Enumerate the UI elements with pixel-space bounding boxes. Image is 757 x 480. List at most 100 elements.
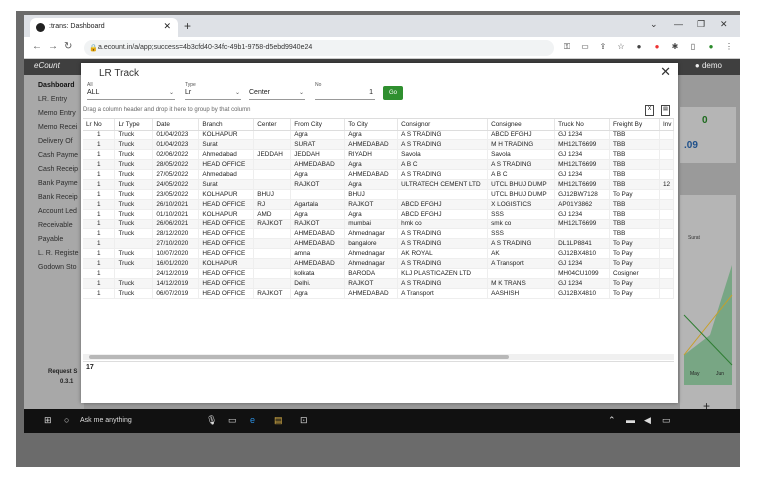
table-row[interactable]: 1 Truck 02/06/2022 Ahmedabad JEDDAH JEDDAH RIY… [83,149,674,161]
column-header[interactable]: Truck No [554,119,611,131]
table-cell: X LOGISTICS [487,199,556,210]
sidebar-item-cash-receipt[interactable]: Cash Receip [38,166,78,173]
horizontal-scrollbar[interactable] [83,354,674,360]
table-cell: MH12LT6699 [554,179,611,190]
scrollbar-thumb[interactable] [89,355,509,359]
lr-grid: Lr No Lr Type Date Branch Center From City To … [83,118,674,359]
column-header[interactable]: From City [290,119,346,131]
mic-icon[interactable]: 🎙 [206,415,217,426]
reload-button[interactable]: ↻ [64,41,72,52]
task-view-icon[interactable]: ▭ [228,415,237,426]
table-row[interactable]: 1 27/10/2020 HEAD OFFICE AHMEDABAD bangalore… [83,238,674,250]
all-select[interactable]: ALL ⌄ [87,89,175,100]
forward-button[interactable]: → [48,41,58,52]
table-cell: HEAD OFFICE [198,159,255,171]
key-icon[interactable]: ⚿ [562,42,572,52]
column-header[interactable]: Consignee [487,119,556,131]
minimize-button[interactable]: — [674,19,683,29]
sidepanel-icon[interactable]: ▯ [688,42,698,52]
table-row[interactable]: 1 Truck 26/10/2021 HEAD OFFICE RJ Agartala RAJ… [83,199,674,210]
sidebar-item-cash-payment[interactable]: Cash Payme [38,152,78,159]
close-icon[interactable]: ✕ [660,64,671,80]
search-icon[interactable]: ○ [64,415,69,425]
export-excel-icon[interactable]: X [645,105,654,116]
sidebar-item-account-ledger[interactable]: Account Led [38,208,77,215]
chevron-down-icon[interactable]: ⌄ [650,19,658,30]
table-row[interactable]: 1 Truck 16/01/2020 KOLHAPUR AHMEDABAD Ahmedna… [83,258,674,269]
column-header[interactable]: Freight By [609,119,660,131]
sidebar-item-bank-payment[interactable]: Bank Payme [38,180,78,187]
no-input[interactable]: 1 [315,89,375,100]
table-cell [659,278,674,289]
table-cell: To Pay [609,258,660,269]
close-tab-icon[interactable]: ✕ [163,21,171,32]
sidebar-item-dashboard[interactable]: Dashboard [38,82,75,89]
sidebar-item-bank-receipt[interactable]: Bank Receip [38,194,78,201]
table-row[interactable]: 1 Truck 10/07/2020 HEAD OFFICE amna Ahmednaga… [83,248,674,260]
user-menu[interactable]: ● demo [695,61,722,70]
new-tab-button[interactable]: + [184,19,191,33]
profile-icon[interactable]: ● [706,42,716,52]
star-icon[interactable]: ☆ [616,42,626,52]
sidebar-item-godown-stock[interactable]: Godown Sto [38,264,77,271]
table-row[interactable]: 1 Truck 26/06/2021 HEAD OFFICE RAJKOT RAJKOT m… [83,219,674,230]
browser-tab[interactable]: :trans: Dashboard ✕ [30,18,178,37]
sidebar-item-receivable[interactable]: Receivable [38,222,73,229]
table-cell: GJ 1234 [554,130,611,141]
table-row[interactable]: 1 Truck 01/10/2021 KOLHAPUR AMD Agra Agra ABCD … [83,209,674,220]
network-icon[interactable]: ▬ [626,415,635,425]
sidebar-item-lr-entry[interactable]: LR. Entry [38,96,67,103]
column-header[interactable]: Inv [659,119,674,131]
puzzle-icon[interactable]: ✱ [670,42,680,52]
restore-button[interactable]: ❐ [697,19,705,30]
volume-icon[interactable]: ◀ [644,415,651,426]
table-row[interactable]: 1 24/12/2019 HEAD OFFICE kolkata BARODA KLJ P… [83,268,674,279]
table-row[interactable]: 1 Truck 24/05/2022 Surat RAJKOT Agra ULTRATECH… [83,179,674,190]
pinterest-icon[interactable]: ● [652,42,662,52]
notifications-icon[interactable]: ▭ [662,415,671,426]
table-cell: A B C [397,159,489,171]
folder-icon[interactable]: ▤ [274,415,283,426]
center-select[interactable]: Center ⌄ [249,89,305,100]
column-header[interactable]: Consignor [397,119,489,131]
table-row[interactable]: 1 Truck 28/05/2022 HEAD OFFICE AHMEDABAD Agra… [83,159,674,171]
taskbar-search-text[interactable]: Ask me anything [80,417,132,424]
table-row[interactable]: 1 Truck 23/05/2022 KOLHAPUR BHUJ BHUJ UTCL BHU… [83,189,674,200]
table-row[interactable]: 1 Truck 14/12/2019 HEAD OFFICE Delhi. RAJKOT A… [83,278,674,289]
sidebar-item-delivery[interactable]: Delivery Of [38,138,73,145]
table-row[interactable]: 1 Truck 28/12/2020 HEAD OFFICE AHMEDABAD Ahme… [83,228,674,240]
table-cell [659,159,674,171]
table-row[interactable]: 1 Truck 01/04/2023 Surat SURAT AHMEDABAD A S T… [83,139,674,151]
column-header[interactable]: To City [344,119,399,131]
share-icon[interactable]: ⇪ [598,42,608,52]
extension-icon[interactable]: ● [634,42,644,52]
menu-icon[interactable]: ⋮ [724,42,734,52]
sidebar-item-memo-receipt[interactable]: Memo Recei [38,124,77,131]
table-cell: 1 [83,248,116,260]
column-header[interactable]: Center [253,119,292,131]
sidebar-item-lr-register[interactable]: L. R. Registe [38,250,78,257]
export-pdf-icon[interactable]: ▤ [661,105,670,116]
column-header[interactable]: Lr Type [114,119,154,131]
windows-start-icon[interactable]: ⊞ [44,415,52,426]
column-header[interactable]: Date [152,119,200,131]
sidebar-item-payable[interactable]: Payable [38,236,63,243]
table-row[interactable]: 1 Truck 06/07/2019 HEAD OFFICE RAJKOT Agra AHM… [83,288,674,299]
store-icon[interactable]: ⊡ [300,415,308,426]
table-cell: Truck [114,199,154,210]
type-select[interactable]: Lr ⌄ [185,89,241,100]
cast-icon[interactable]: ▭ [580,42,590,52]
go-button[interactable]: Go [383,86,403,100]
table-cell [659,189,674,200]
column-header[interactable]: Branch [198,119,255,131]
edge-icon[interactable]: e [250,415,255,425]
sidebar-item-memo-entry[interactable]: Memo Entry [38,110,76,117]
table-row[interactable]: 1 Truck 01/04/2023 KOLHAPUR Agra Agra A S TRAD… [83,130,674,141]
close-window-button[interactable]: ✕ [720,19,728,30]
table-cell: AMD [253,209,292,220]
tray-up-icon[interactable]: ⌃ [608,415,616,426]
column-header[interactable]: Lr No [83,119,116,131]
back-button[interactable]: ← [32,41,42,52]
table-row[interactable]: 1 Truck 27/05/2022 Ahmedabad Agra AHMEDABAD A … [83,169,674,180]
url-field[interactable]: 🔒 a.ecount.in/a/app;success=4b3cfd40-34f… [84,40,554,56]
